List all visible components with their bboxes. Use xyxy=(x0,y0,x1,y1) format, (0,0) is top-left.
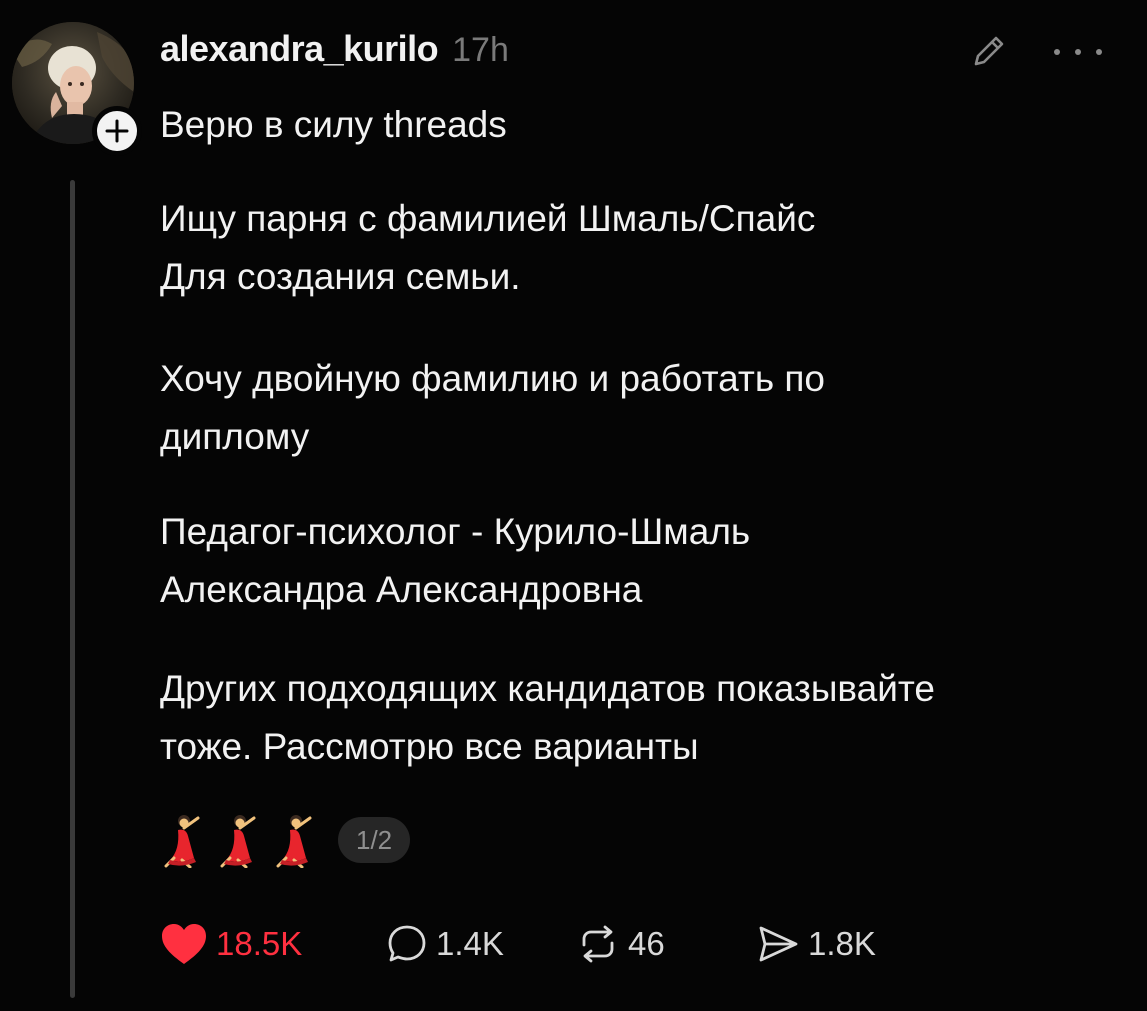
text-line: Для создания семьи. xyxy=(160,256,521,297)
like-button[interactable]: 18.5K xyxy=(160,922,386,966)
dancer-emoji-icon xyxy=(276,815,312,868)
reply-button[interactable]: 1.4K xyxy=(386,923,576,965)
post-paragraph: Педагог-психолог - Курило-Шмаль Александ… xyxy=(160,503,1110,619)
thread-line xyxy=(70,180,75,998)
username[interactable]: alexandra_kurilo xyxy=(160,28,439,70)
like-count: 18.5K xyxy=(216,925,303,962)
pencil-icon[interactable] xyxy=(968,30,1010,72)
media-carousel[interactable]: 1/2 xyxy=(160,812,411,868)
dot xyxy=(1054,49,1060,55)
text-line: диплому xyxy=(160,416,310,457)
post-header: alexandra_kurilo 17h xyxy=(160,28,509,70)
dot xyxy=(1096,49,1102,55)
text-line: Ищу парня с фамилией Шмаль/Спайс xyxy=(160,198,816,239)
post-paragraph: Хочу двойную фамилию и работать по дипло… xyxy=(160,350,1110,466)
comment-bubble-icon xyxy=(388,925,426,962)
repost-button[interactable]: 46 xyxy=(576,923,756,965)
dancer-emoji-icon xyxy=(220,815,256,868)
follow-button[interactable] xyxy=(92,106,142,156)
text-line: Других подходящих кандидатов показывайте xyxy=(160,668,936,709)
share-button[interactable]: 1.8K xyxy=(756,923,876,965)
send-icon xyxy=(759,926,798,962)
action-bar: 18.5K 1.4K 46 1.8K xyxy=(160,916,876,972)
more-options-icon[interactable] xyxy=(1054,32,1102,72)
timestamp: 17h xyxy=(452,31,509,69)
reply-count: 1.4K xyxy=(436,925,504,962)
plus-icon xyxy=(105,119,129,143)
text-line: Педагог-психолог - Курило-Шмаль xyxy=(160,511,751,552)
text-line: Александра Александровна xyxy=(160,569,643,610)
topic-tag[interactable]: Верю в силу threads xyxy=(160,104,507,146)
page-counter: 1/2 xyxy=(338,817,411,863)
post-paragraph: Ищу парня с фамилией Шмаль/Спайс Для соз… xyxy=(160,190,1110,306)
heart-icon xyxy=(162,924,206,964)
text-line: тоже. Рассмотрю все варианты xyxy=(160,726,699,767)
share-count: 1.8K xyxy=(808,925,876,962)
repost-count: 46 xyxy=(628,925,665,962)
dot xyxy=(1075,49,1081,55)
dancer-emoji-icon xyxy=(164,815,200,868)
thread-post: alexandra_kurilo 17h Верю в силу threads… xyxy=(0,0,1147,1011)
repost-arrows-icon xyxy=(582,925,614,963)
text-line: Хочу двойную фамилию и работать по xyxy=(160,358,826,399)
post-paragraph: Других подходящих кандидатов показывайте… xyxy=(160,660,1110,776)
